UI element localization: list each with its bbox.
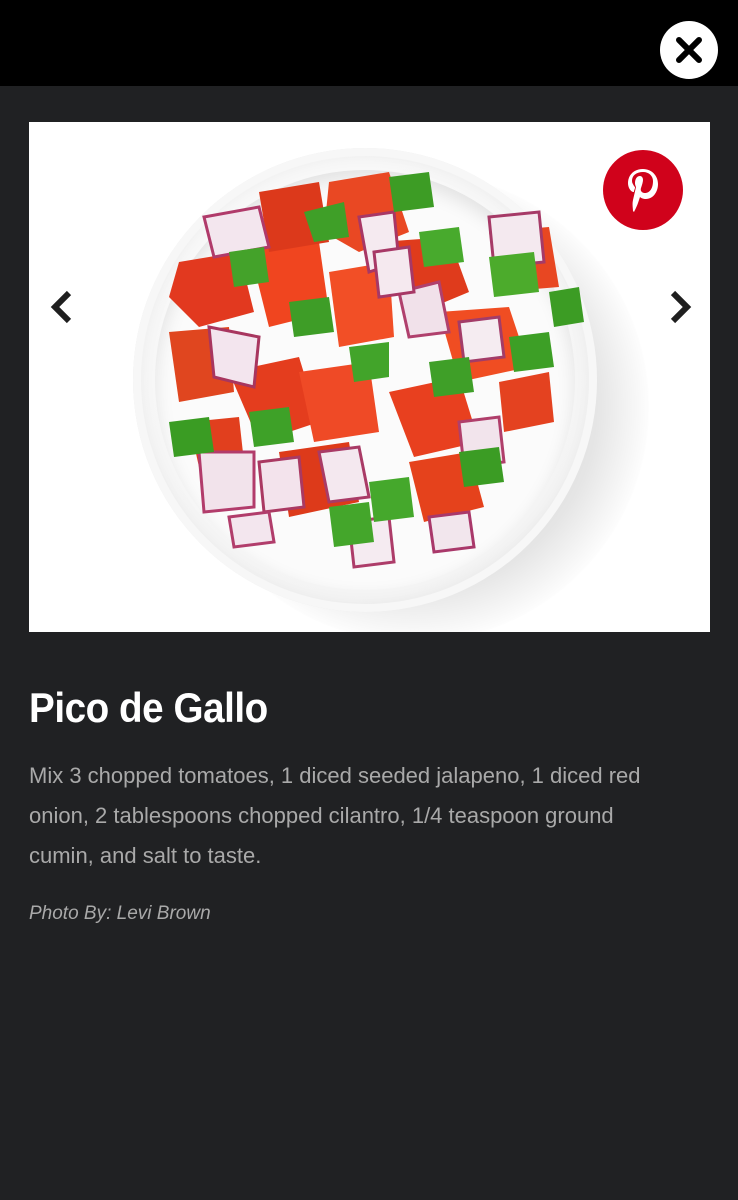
modal-top-bar (0, 0, 738, 86)
prev-slide-button[interactable] (43, 287, 83, 327)
slide-description: Mix 3 chopped tomatoes, 1 diced seeded j… (29, 763, 641, 868)
close-icon (676, 37, 702, 63)
close-button[interactable] (660, 21, 718, 79)
slide-title: Pico de Gallo (29, 684, 268, 731)
slide-photo (29, 122, 710, 632)
next-slide-button[interactable] (659, 287, 699, 327)
photo-credit: Photo By: Levi Brown (29, 903, 211, 924)
chevron-left-icon (50, 290, 72, 324)
chevron-right-icon (670, 290, 692, 324)
pinterest-button[interactable] (603, 150, 683, 230)
pinterest-icon (628, 169, 658, 212)
